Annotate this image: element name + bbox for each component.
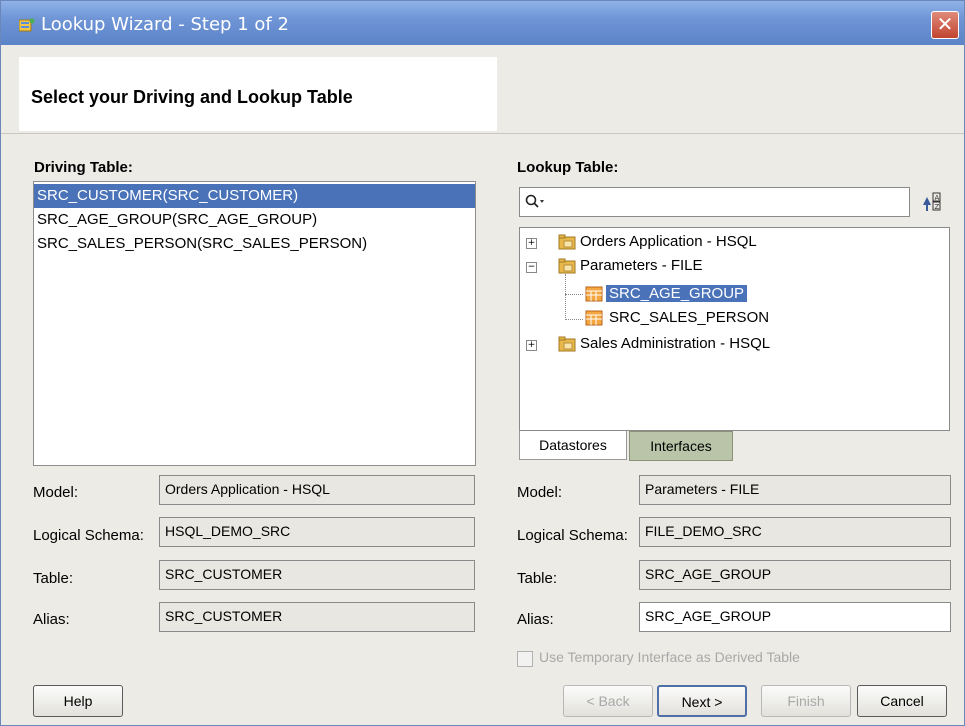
lookup-alias-input[interactable]: SRC_AGE_GROUP — [639, 602, 951, 632]
close-button[interactable]: ✕ — [931, 11, 959, 39]
driving-table-label: Table: — [33, 570, 74, 587]
tree-node-sales-admin[interactable]: Sales Administration - HSQL — [580, 335, 770, 352]
finish-button[interactable]: Finish — [761, 685, 851, 717]
tree-connector — [565, 294, 583, 295]
title-bar[interactable]: Lookup Wizard - Step 1 of 2 ✕ — [1, 1, 964, 45]
lookup-table-field: SRC_AGE_GROUP — [639, 560, 951, 590]
lookup-wizard-window: Lookup Wizard - Step 1 of 2 ✕ Select you… — [0, 0, 965, 726]
tree-connector — [565, 274, 567, 320]
derived-table-label: Use Temporary Interface as Derived Table — [539, 649, 800, 665]
tree-node-src-age-group[interactable]: SRC_AGE_GROUP — [606, 285, 748, 302]
expand-icon[interactable]: + — [526, 238, 537, 249]
lookup-model-field: Parameters - FILE — [639, 475, 951, 505]
search-icon[interactable] — [525, 194, 547, 210]
svg-text:Z: Z — [935, 203, 940, 211]
cancel-button[interactable]: Cancel — [857, 685, 947, 717]
datastore-icon — [585, 286, 603, 302]
lookup-table-heading: Lookup Table: — [517, 159, 619, 176]
tab-datastores[interactable]: Datastores — [519, 431, 627, 460]
driving-item[interactable]: SRC_SALES_PERSON(SRC_SALES_PERSON) — [34, 232, 475, 256]
collapse-icon[interactable]: − — [526, 262, 537, 273]
lookup-table-label: Table: — [517, 570, 558, 587]
lookup-schema-label: Logical Schema: — [517, 527, 628, 544]
next-button[interactable]: Next > — [657, 685, 747, 717]
driving-item[interactable]: SRC_AGE_GROUP(SRC_AGE_GROUP) — [34, 208, 475, 232]
driving-table-field: SRC_CUSTOMER — [159, 560, 475, 590]
datastore-icon — [585, 310, 603, 326]
driving-alias-label: Alias: — [33, 611, 70, 628]
tree-node-src-sales-person[interactable]: SRC_SALES_PERSON — [609, 309, 769, 326]
driving-table-list[interactable]: SRC_CUSTOMER(SRC_CUSTOMER) SRC_AGE_GROUP… — [33, 181, 476, 466]
driving-table-heading: Driving Table: — [34, 159, 133, 176]
help-button[interactable]: Help — [33, 685, 123, 717]
lookup-tree[interactable]: + Orders Application - HSQL − Parameters… — [519, 227, 950, 431]
tab-interfaces[interactable]: Interfaces — [629, 431, 733, 461]
tree-connector — [565, 319, 583, 320]
driving-model-label: Model: — [33, 484, 79, 501]
wizard-icon — [19, 18, 35, 32]
folder-icon — [558, 336, 576, 352]
derived-table-checkbox[interactable] — [517, 651, 533, 667]
tree-node-orders[interactable]: Orders Application - HSQL — [580, 233, 757, 250]
driving-schema-field: HSQL_DEMO_SRC — [159, 517, 475, 547]
lookup-model-label: Model: — [517, 484, 563, 501]
driving-model-field: Orders Application - HSQL — [159, 475, 475, 505]
folder-icon — [558, 258, 576, 274]
back-button[interactable]: < Back — [563, 685, 653, 717]
page-title: Select your Driving and Lookup Table — [31, 87, 353, 107]
driving-item[interactable]: SRC_CUSTOMER(SRC_CUSTOMER) — [34, 184, 475, 208]
driving-alias-field: SRC_CUSTOMER — [159, 602, 475, 632]
svg-text:A: A — [935, 194, 940, 202]
sort-icon[interactable]: A Z — [918, 187, 946, 215]
lookup-schema-field: FILE_DEMO_SRC — [639, 517, 951, 547]
tree-node-parameters[interactable]: Parameters - FILE — [580, 257, 703, 274]
search-input[interactable] — [519, 187, 910, 217]
expand-icon[interactable]: + — [526, 340, 537, 351]
driving-schema-label: Logical Schema: — [33, 527, 144, 544]
window-title: Lookup Wizard - Step 1 of 2 — [41, 14, 289, 35]
folder-icon — [558, 234, 576, 250]
lookup-alias-label: Alias: — [517, 611, 554, 628]
